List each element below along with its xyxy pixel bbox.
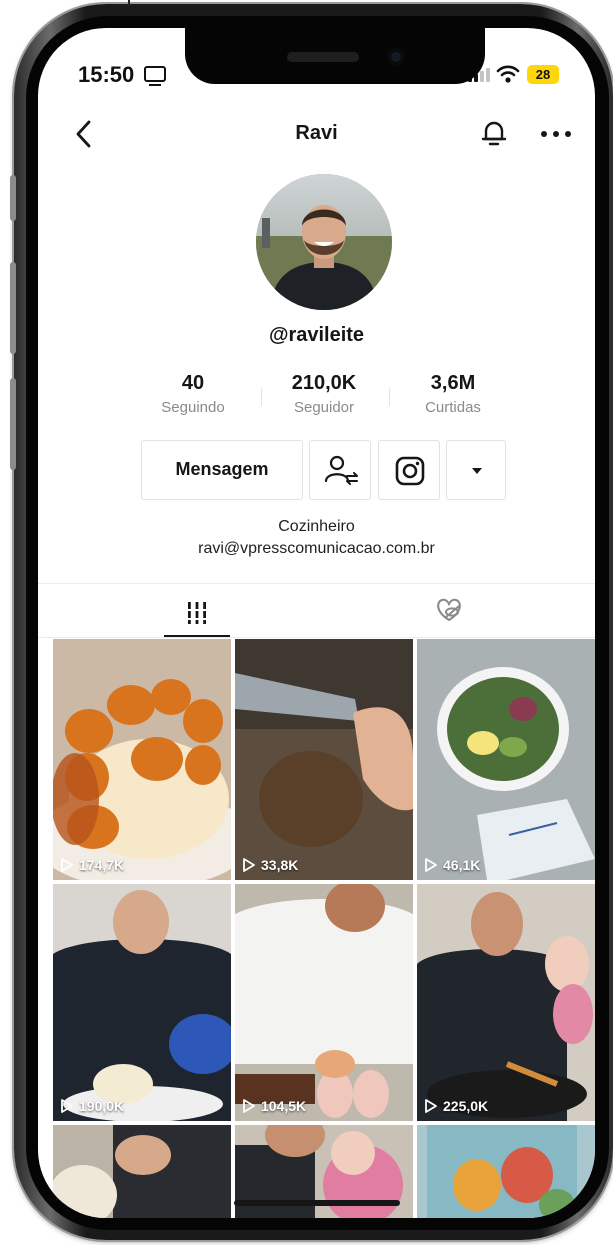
tab-videos[interactable] [164, 594, 230, 638]
view-count: 174,7K [60, 857, 124, 873]
bell-icon[interactable] [480, 118, 508, 148]
play-icon [425, 1099, 437, 1113]
stat-followers[interactable]: 210,0K Seguidor [254, 372, 394, 416]
stat-following[interactable]: 40 Seguindo [123, 372, 263, 416]
screen-mirror-icon [144, 66, 166, 86]
following-label: Seguindo [161, 399, 225, 416]
play-icon [243, 1099, 255, 1113]
view-count-value: 33,8K [261, 857, 299, 873]
followers-label: Seguidor [293, 399, 355, 416]
view-count-value: 46,1K [443, 857, 481, 873]
edge-mark [128, 0, 130, 6]
play-icon [425, 858, 437, 872]
caret-down-icon [472, 468, 482, 474]
video-tile[interactable]: 225,0K [417, 884, 595, 1121]
video-thumbnail [417, 1125, 595, 1218]
play-icon [61, 1099, 73, 1113]
video-thumbnail [53, 884, 231, 1121]
status-time: 15:50 [78, 62, 135, 87]
notch [185, 28, 485, 84]
video-tile[interactable] [53, 1125, 231, 1218]
bio-title: Cozinheiro [278, 518, 355, 535]
followers-count: 210,0K [291, 372, 357, 394]
message-button[interactable]: Mensagem [141, 440, 303, 500]
silent-switch [10, 175, 16, 221]
video-thumbnail [235, 884, 413, 1121]
home-indicator[interactable] [234, 1200, 400, 1206]
bio: Cozinheiro ravi@vpresscomunicacao.com.br [38, 516, 595, 560]
video-tile[interactable]: 190,0K [53, 884, 231, 1121]
video-tile[interactable]: 104,5K [235, 884, 413, 1121]
view-count-value: 225,0K [443, 1098, 489, 1114]
video-tile[interactable]: 174,7K [53, 639, 231, 880]
play-icon [243, 858, 255, 872]
view-count-value: 190,0K [79, 1098, 125, 1114]
view-count: 190,0K [60, 1098, 124, 1114]
video-thumbnail [53, 1125, 231, 1218]
screen: 15:50 28 Ravi @ravileite 40 Seguindo 210… [38, 28, 595, 1218]
video-tile[interactable]: 33,8K [235, 639, 413, 880]
video-tile[interactable]: 46,1K [417, 639, 595, 880]
video-thumbnail [417, 884, 595, 1121]
stat-likes[interactable]: 3,6M Curtidas [383, 372, 523, 416]
video-thumbnail [417, 639, 595, 880]
video-thumbnail [53, 639, 231, 880]
instagram-icon [395, 456, 425, 486]
likes-count: 3,6M [430, 372, 476, 394]
view-count-value: 104,5K [261, 1098, 307, 1114]
instagram-button[interactable] [378, 440, 440, 500]
video-tile[interactable] [417, 1125, 595, 1218]
view-count: 104,5K [242, 1098, 306, 1114]
wifi-icon [496, 65, 520, 83]
front-camera [387, 48, 405, 66]
liked-heart-hidden-icon [437, 598, 461, 622]
tab-liked-videos[interactable] [432, 594, 466, 626]
volume-up-button [10, 262, 16, 354]
follow-toggle-button[interactable] [309, 440, 371, 500]
play-icon [61, 858, 73, 872]
bio-email[interactable]: ravi@vpresscomunicacao.com.br [38, 538, 595, 560]
following-count: 40 [181, 372, 205, 394]
video-thumbnail [235, 639, 413, 880]
view-count: 46,1K [424, 857, 480, 873]
battery-indicator: 28 [527, 65, 559, 84]
user-swap-icon [324, 455, 358, 485]
page-title: Ravi [295, 122, 338, 144]
likes-label: Curtidas [425, 399, 481, 416]
volume-down-button [10, 378, 16, 470]
view-count: 225,0K [424, 1098, 488, 1114]
suggested-accounts-button[interactable] [446, 440, 506, 500]
divider [38, 637, 595, 638]
divider [38, 583, 595, 584]
view-count: 33,8K [242, 857, 298, 873]
speaker-grille [287, 52, 359, 62]
avatar[interactable] [256, 174, 392, 310]
username: @ravileite [268, 324, 365, 346]
grid-icon [188, 602, 206, 624]
more-options-icon[interactable] [538, 124, 574, 144]
view-count-value: 174,7K [79, 857, 125, 873]
